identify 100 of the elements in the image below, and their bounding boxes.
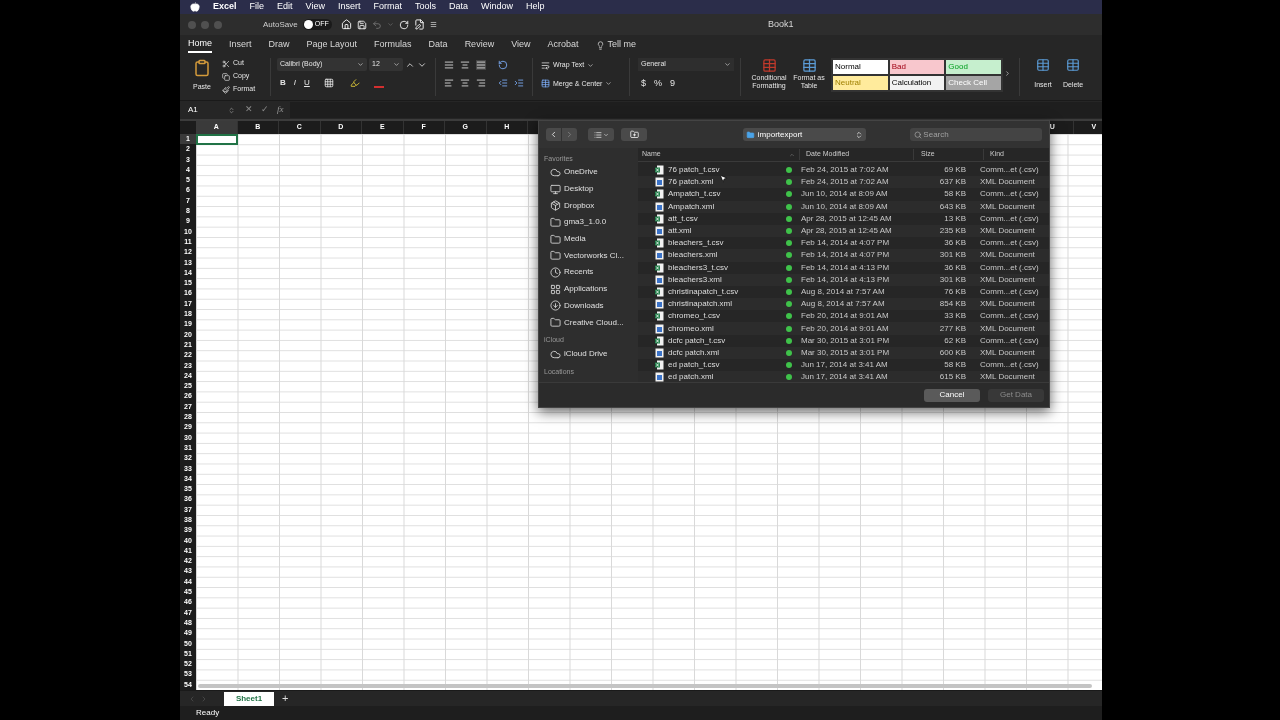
file-row[interactable]: ed patch.xml Jun 17, 2014 at 3:41 AM 615 KB XML Document <box>638 371 1049 382</box>
menu-item[interactable]: Window <box>481 0 513 14</box>
ribbon-tab[interactable]: Insert <box>229 37 252 53</box>
file-kind: Comm...et (.csv) <box>980 212 1039 225</box>
align-middle-icon[interactable] <box>460 60 470 70</box>
align-left-icon[interactable] <box>444 78 454 88</box>
number-format-button[interactable]: $ <box>641 77 646 91</box>
menu-item[interactable]: Format <box>373 0 402 14</box>
align-right-icon[interactable] <box>476 78 486 88</box>
file-size: 854 KB <box>938 298 966 311</box>
date-modified: Apr 28, 2015 at 12:45 AM <box>801 225 893 238</box>
increase-indent-icon[interactable] <box>514 78 524 88</box>
undo-icon[interactable] <box>371 19 382 30</box>
file-size: 277 KB <box>938 322 966 335</box>
date-modified: Feb 14, 2014 at 4:07 PM <box>801 249 891 262</box>
file-name: bleachers_t.csv <box>668 237 724 250</box>
sidebar-item[interactable]: OneDrive <box>544 164 638 181</box>
sidebar-item[interactable]: Media <box>544 230 638 248</box>
back-button[interactable] <box>546 128 562 141</box>
document-file-icon <box>655 250 664 261</box>
new-folder-button[interactable] <box>621 128 647 141</box>
menu-item[interactable]: Tools <box>414 0 436 14</box>
search-field[interactable]: Search <box>910 128 1042 141</box>
apple-icon[interactable] <box>190 2 200 12</box>
stepper-icon[interactable] <box>228 106 235 114</box>
sidebar-item[interactable]: Recents <box>544 264 638 281</box>
ribbon-tab[interactable]: Page Layout <box>306 37 358 53</box>
enter-button[interactable]: ✓ <box>261 103 269 117</box>
date-modified: Feb 20, 2014 at 9:01 AM <box>801 322 890 335</box>
date-modified: Mar 30, 2015 at 3:01 PM <box>801 346 891 359</box>
menu-item[interactable]: Data <box>448 0 468 14</box>
home-icon[interactable] <box>340 19 352 30</box>
file-row[interactable]: 76 patch.xml Feb 24, 2015 at 7:02 AM 637 KB XML Document <box>638 176 1049 189</box>
cancel-button[interactable]: ✕ <box>245 103 253 117</box>
font-style-button[interactable]: I <box>293 77 296 89</box>
sheet-tab[interactable]: Sheet1 <box>224 691 274 706</box>
edit-document-icon[interactable] <box>413 19 425 30</box>
sidebar-item[interactable]: Downloads <box>544 297 638 315</box>
save-icon[interactable] <box>356 19 367 30</box>
menu-item[interactable]: Edit <box>277 0 293 14</box>
location-dropdown[interactable]: importexport <box>742 128 867 141</box>
ribbon-tab[interactable]: Formulas <box>374 37 412 53</box>
sidebar-item[interactable]: Applications <box>544 280 638 298</box>
sidebar-item[interactable]: gma3_1.0.0 <box>544 214 638 231</box>
ribbon-tab[interactable]: Tell me <box>595 37 637 53</box>
file-kind: XML Document <box>980 371 1035 382</box>
spreadsheet-file-icon <box>655 262 664 273</box>
decrease-indent-icon[interactable] <box>498 78 508 88</box>
sidebar-item[interactable]: iCloud Drive <box>544 345 638 363</box>
file-kind: Comm...et (.csv) <box>980 310 1039 323</box>
file-row[interactable]: chromeo.xml Feb 20, 2014 at 9:01 AM 277 KB XML Document <box>638 322 1049 335</box>
align-top-icon[interactable] <box>444 60 454 70</box>
file-size: 58 KB <box>943 188 966 201</box>
name-box[interactable]: A1 <box>180 103 228 117</box>
formula-field[interactable] <box>289 102 1102 118</box>
orientation-icon[interactable] <box>498 60 508 70</box>
ribbon-tab[interactable]: Acrobat <box>547 37 579 53</box>
file-row[interactable]: bleachers.xml Feb 14, 2014 at 4:07 PM 301 KB XML Document <box>638 249 1049 262</box>
ribbon-tab[interactable]: Draw <box>268 37 290 53</box>
file-kind: XML Document <box>980 176 1035 189</box>
forward-button[interactable] <box>562 128 578 141</box>
font-style-button[interactable]: U <box>304 77 310 89</box>
dialog-button[interactable]: Cancel <box>924 388 980 402</box>
customize-icon[interactable] <box>429 21 437 28</box>
menu-item[interactable]: File <box>249 0 265 14</box>
redo-icon[interactable] <box>398 19 409 30</box>
ribbon-tab[interactable]: Home <box>188 37 212 53</box>
file-name: ed patch.xml <box>668 371 714 382</box>
ribbon-tab[interactable]: Review <box>464 37 495 53</box>
sidebar-item[interactable]: Vectorworks Cl... <box>544 247 638 265</box>
sidebar-item[interactable]: Dropbox <box>544 197 638 215</box>
date-modified: Jun 10, 2014 at 8:09 AM <box>801 188 889 201</box>
chevron-left-icon <box>549 130 558 139</box>
more-styles-icon[interactable] <box>1004 70 1011 77</box>
file-name: chromeo.xml <box>668 322 714 335</box>
align-bottom-icon[interactable] <box>476 60 486 70</box>
file-kind: XML Document <box>980 298 1035 311</box>
menu-item[interactable]: View <box>305 0 325 14</box>
cell-style[interactable]: Calculation <box>889 76 945 90</box>
number-format-button[interactable]: % <box>654 77 663 91</box>
file-row[interactable]: christinapatch.xml Aug 8, 2014 at 7:57 AM 854 KB XML Document <box>638 298 1049 311</box>
date-modified: Jun 10, 2014 at 8:09 AM <box>801 200 889 213</box>
font-style-button[interactable]: B <box>280 77 286 89</box>
menu-item[interactable]: Insert <box>337 0 361 14</box>
document-file-icon <box>655 347 664 358</box>
sidebar-item[interactable]: Desktop <box>544 180 638 198</box>
cell-style[interactable]: Normal <box>833 60 888 74</box>
ribbon-tab[interactable]: View <box>511 37 531 53</box>
add-sheet-button[interactable]: + <box>282 690 289 707</box>
align-center-icon[interactable] <box>460 78 470 88</box>
date-modified: Jun 17, 2014 at 3:41 AM <box>801 359 889 372</box>
borders-icon[interactable] <box>323 78 334 88</box>
fill-color-icon[interactable] <box>349 78 360 88</box>
ribbon-tab[interactable]: Data <box>428 37 448 53</box>
number-format-button[interactable]: 9 <box>670 77 676 91</box>
menu-item[interactable]: Help <box>526 0 545 14</box>
view-options-button[interactable] <box>588 128 615 141</box>
cell-style[interactable]: Bad <box>889 60 945 74</box>
sidebar-item[interactable]: Creative Cloud... <box>544 314 638 331</box>
menu-item[interactable]: Excel <box>213 0 237 14</box>
